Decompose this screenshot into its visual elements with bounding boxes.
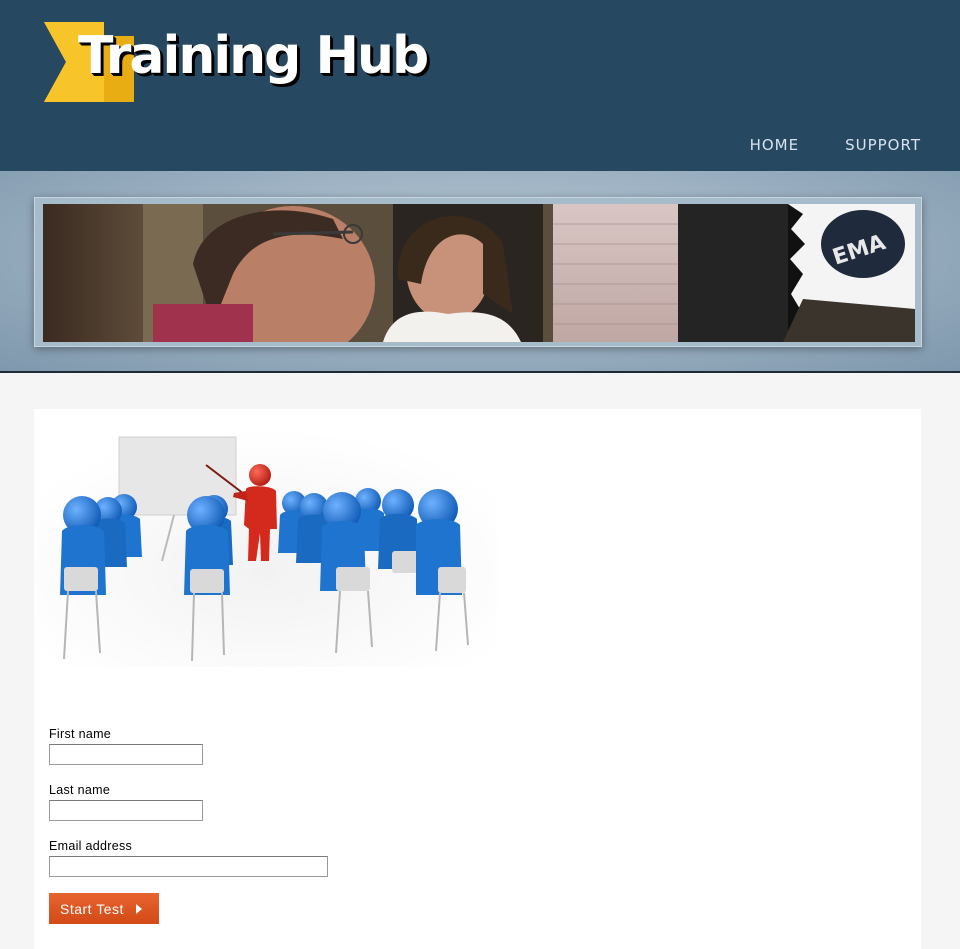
training-illustration (34, 429, 497, 667)
last-name-label: Last name (49, 783, 111, 797)
last-name-field[interactable] (49, 800, 203, 821)
training-hub-logo[interactable]: Training Hub (44, 22, 429, 104)
start-test-label: Start Test (60, 900, 124, 917)
brand-name: Training Hub (78, 26, 429, 86)
main-nav: HOME SUPPORT (750, 136, 921, 154)
triangle-right-icon (135, 903, 142, 914)
first-name-label: First name (49, 727, 112, 741)
email-field[interactable] (49, 856, 328, 877)
first-name-field[interactable] (49, 744, 203, 765)
site-header: Training Hub HOME SUPPORT (0, 0, 960, 171)
email-label: Email address (49, 839, 133, 853)
nav-support[interactable]: SUPPORT (845, 136, 921, 154)
nav-home[interactable]: HOME (750, 136, 800, 154)
registration-form: First name Last name Email address Start… (49, 727, 328, 924)
start-test-button[interactable]: Start Test (49, 893, 159, 924)
banner-band: EMA (0, 171, 960, 373)
banner-frame: EMA (34, 197, 922, 347)
content-card: First name Last name Email address Start… (34, 409, 921, 949)
banner-photo: EMA (43, 204, 915, 342)
